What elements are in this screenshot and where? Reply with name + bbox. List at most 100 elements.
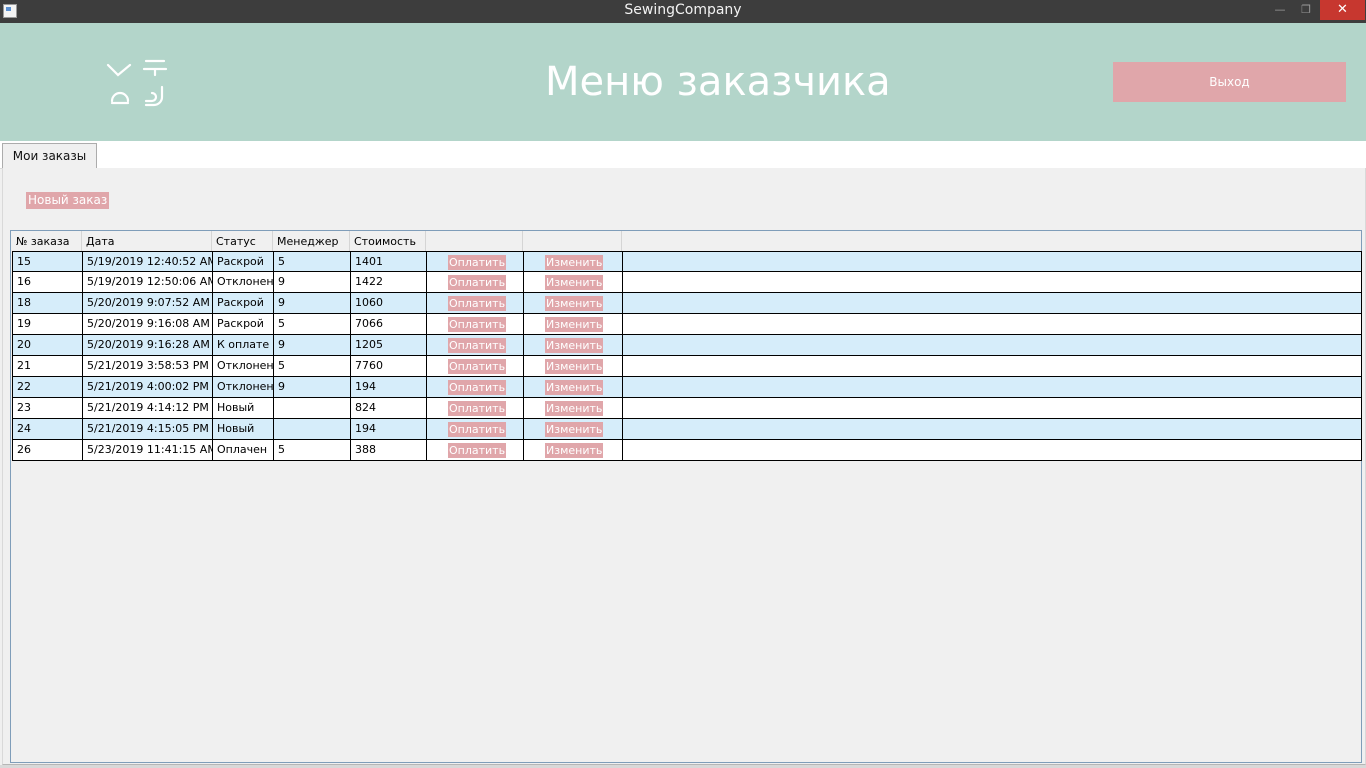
restore-button[interactable]: ❐	[1293, 0, 1319, 20]
pay-button[interactable]: Оплатить	[448, 296, 507, 311]
pay-button[interactable]: Оплатить	[448, 317, 507, 332]
filler-cell	[623, 440, 1361, 460]
pay-button[interactable]: Оплатить	[448, 359, 507, 374]
order-status-cell[interactable]: К оплате	[213, 335, 274, 355]
order-status-cell[interactable]: Новый	[213, 419, 274, 439]
order-manager-cell[interactable]: 9	[274, 377, 351, 397]
edit-button[interactable]: Изменить	[545, 401, 604, 416]
table-row[interactable]: 16 5/19/2019 12:50:06 AM Отклонен 9 1422 Опла…	[12, 272, 1362, 293]
filler-cell	[623, 293, 1361, 313]
order-number-cell[interactable]: 24	[13, 419, 83, 439]
minimize-button[interactable]: —	[1267, 0, 1293, 20]
order-date-cell[interactable]: 5/21/2019 4:15:05 PM	[83, 419, 213, 439]
order-manager-cell[interactable]: 5	[274, 252, 351, 272]
order-date-cell[interactable]: 5/19/2019 12:40:52 AM	[83, 252, 213, 272]
order-date-cell[interactable]: 5/20/2019 9:07:52 AM	[83, 293, 213, 313]
order-number-cell[interactable]: 15	[13, 252, 83, 272]
order-cost-cell[interactable]: 1060	[351, 293, 427, 313]
order-cost-cell[interactable]: 388	[351, 440, 427, 460]
order-manager-cell[interactable]: 5	[274, 314, 351, 334]
pay-button[interactable]: Оплатить	[448, 443, 507, 458]
order-manager-cell[interactable]: 9	[274, 335, 351, 355]
order-date-cell[interactable]: 5/20/2019 9:16:08 AM	[83, 314, 213, 334]
pay-cell: Оплатить	[427, 356, 524, 376]
filler-cell	[623, 314, 1361, 334]
edit-button[interactable]: Изменить	[545, 422, 604, 437]
table-row[interactable]: 23 5/21/2019 4:14:12 PM Новый 824 Оплатить Из…	[12, 398, 1362, 419]
order-cost-cell[interactable]: 824	[351, 398, 427, 418]
order-date-cell[interactable]: 5/19/2019 12:50:06 AM	[83, 272, 213, 292]
column-header-order-number[interactable]: № заказа	[12, 231, 82, 251]
order-status-cell[interactable]: Отклонен	[213, 272, 274, 292]
order-date-cell[interactable]: 5/21/2019 4:00:02 PM	[83, 377, 213, 397]
tab-my-orders[interactable]: Мои заказы	[2, 143, 97, 170]
table-row[interactable]: 26 5/23/2019 11:41:15 AM Оплачен 5 388 Оплати…	[12, 440, 1362, 461]
table-row[interactable]: 19 5/20/2019 9:16:08 AM Раскрой 5 7066 Оплати…	[12, 314, 1362, 335]
order-status-cell[interactable]: Раскрой	[213, 314, 274, 334]
edit-button[interactable]: Изменить	[545, 338, 604, 353]
order-number-cell[interactable]: 19	[13, 314, 83, 334]
edit-button[interactable]: Изменить	[545, 275, 604, 290]
order-cost-cell[interactable]: 1205	[351, 335, 427, 355]
edit-button[interactable]: Изменить	[545, 443, 604, 458]
order-manager-cell[interactable]: 5	[274, 440, 351, 460]
table-row[interactable]: 18 5/20/2019 9:07:52 AM Раскрой 9 1060 Оплати…	[12, 293, 1362, 314]
order-number-cell[interactable]: 21	[13, 356, 83, 376]
column-header-status[interactable]: Статус	[212, 231, 273, 251]
pay-cell: Оплатить	[427, 272, 524, 292]
order-cost-cell[interactable]: 1422	[351, 272, 427, 292]
edit-button[interactable]: Изменить	[545, 380, 604, 395]
close-button[interactable]: ✕	[1320, 0, 1365, 20]
order-date-cell[interactable]: 5/20/2019 9:16:28 AM	[83, 335, 213, 355]
table-row[interactable]: 22 5/21/2019 4:00:02 PM Отклонен 9 194 Оплати…	[12, 377, 1362, 398]
order-status-cell[interactable]: Раскрой	[213, 252, 274, 272]
column-header-edit[interactable]	[523, 231, 622, 251]
order-number-cell[interactable]: 16	[13, 272, 83, 292]
table-row[interactable]: 24 5/21/2019 4:15:05 PM Новый 194 Оплатить Из…	[12, 419, 1362, 440]
order-manager-cell[interactable]	[274, 398, 351, 418]
pay-button[interactable]: Оплатить	[448, 401, 507, 416]
order-date-cell[interactable]: 5/21/2019 4:14:12 PM	[83, 398, 213, 418]
order-cost-cell[interactable]: 7066	[351, 314, 427, 334]
order-cost-cell[interactable]: 194	[351, 419, 427, 439]
order-status-cell[interactable]: Отклонен	[213, 377, 274, 397]
edit-button[interactable]: Изменить	[545, 359, 604, 374]
edit-cell: Изменить	[524, 440, 623, 460]
order-manager-cell[interactable]	[274, 419, 351, 439]
column-header-date[interactable]: Дата	[82, 231, 212, 251]
table-row[interactable]: 15 5/19/2019 12:40:52 AM Раскрой 5 1401 Оплат…	[12, 251, 1362, 272]
order-manager-cell[interactable]: 5	[274, 356, 351, 376]
order-status-cell[interactable]: Раскрой	[213, 293, 274, 313]
order-cost-cell[interactable]: 1401	[351, 252, 427, 272]
order-date-cell[interactable]: 5/21/2019 3:58:53 PM	[83, 356, 213, 376]
table-row[interactable]: 21 5/21/2019 3:58:53 PM Отклонен 5 7760 Оплат…	[12, 356, 1362, 377]
pay-button[interactable]: Оплатить	[448, 380, 507, 395]
order-number-cell[interactable]: 23	[13, 398, 83, 418]
table-row[interactable]: 20 5/20/2019 9:16:28 AM К оплате 9 1205 Оплат…	[12, 335, 1362, 356]
order-number-cell[interactable]: 18	[13, 293, 83, 313]
edit-button[interactable]: Изменить	[545, 296, 604, 311]
pay-button[interactable]: Оплатить	[448, 338, 507, 353]
tab-panel-my-orders: Новый заказ № заказа Дата Статус Менедже…	[2, 168, 1366, 765]
new-order-button[interactable]: Новый заказ	[26, 192, 110, 209]
order-number-cell[interactable]: 20	[13, 335, 83, 355]
order-cost-cell[interactable]: 194	[351, 377, 427, 397]
edit-button[interactable]: Изменить	[545, 255, 604, 270]
order-date-cell[interactable]: 5/23/2019 11:41:15 AM	[83, 440, 213, 460]
order-manager-cell[interactable]: 9	[274, 272, 351, 292]
pay-button[interactable]: Оплатить	[448, 255, 507, 270]
order-number-cell[interactable]: 22	[13, 377, 83, 397]
column-header-manager[interactable]: Менеджер	[273, 231, 350, 251]
column-header-pay[interactable]	[426, 231, 523, 251]
order-manager-cell[interactable]: 9	[274, 293, 351, 313]
order-cost-cell[interactable]: 7760	[351, 356, 427, 376]
edit-button[interactable]: Изменить	[545, 317, 604, 332]
pay-button[interactable]: Оплатить	[448, 275, 507, 290]
order-status-cell[interactable]: Новый	[213, 398, 274, 418]
exit-button[interactable]: Выход	[1113, 62, 1346, 102]
pay-button[interactable]: Оплатить	[448, 422, 507, 437]
order-status-cell[interactable]: Отклонен	[213, 356, 274, 376]
column-header-cost[interactable]: Стоимость	[350, 231, 426, 251]
order-status-cell[interactable]: Оплачен	[213, 440, 274, 460]
order-number-cell[interactable]: 26	[13, 440, 83, 460]
